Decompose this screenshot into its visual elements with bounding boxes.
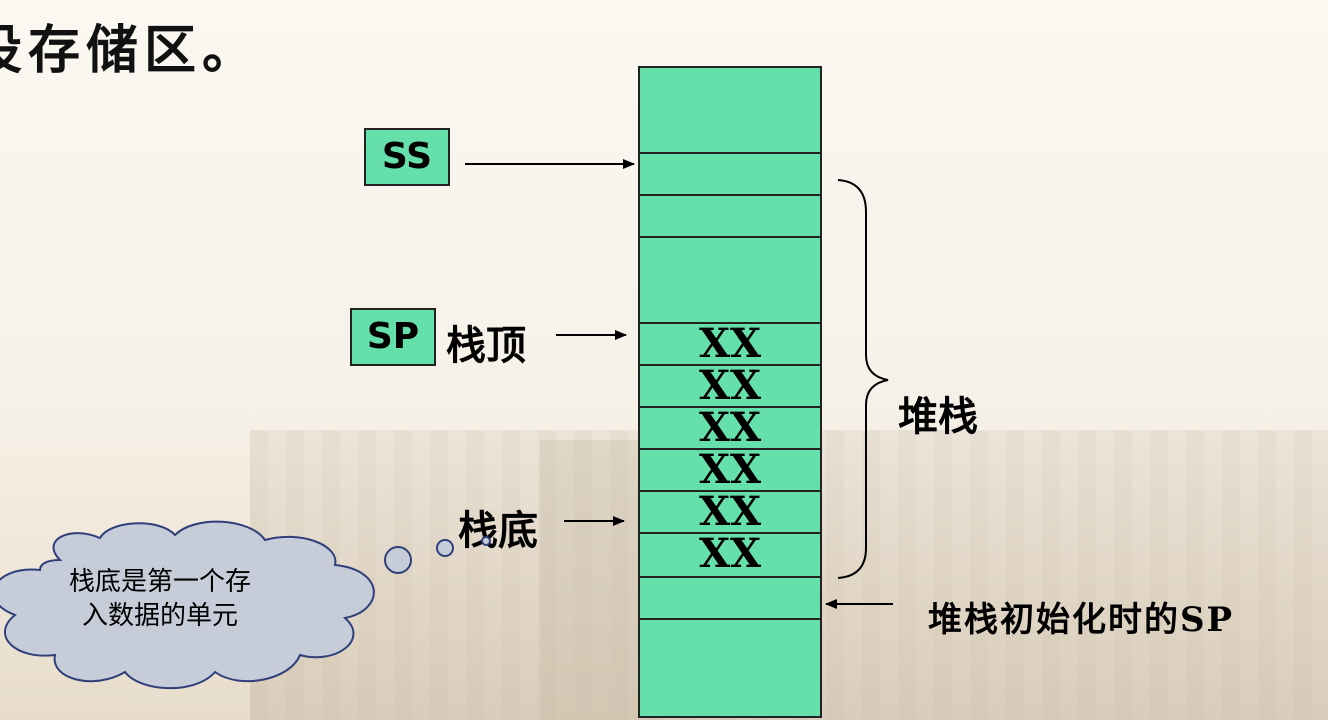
- cloud-bubble-medium: [436, 539, 454, 557]
- callout-text: 栈底是第一个存 入数据的单元: [40, 565, 280, 633]
- callout-line-2: 入数据的单元: [81, 601, 238, 631]
- stack-brace: [837, 179, 889, 579]
- cloud-bubble-small: [481, 536, 491, 546]
- callout-line-1: 栈底是第一个存: [68, 567, 251, 597]
- cloud-bubble-large: [384, 546, 412, 574]
